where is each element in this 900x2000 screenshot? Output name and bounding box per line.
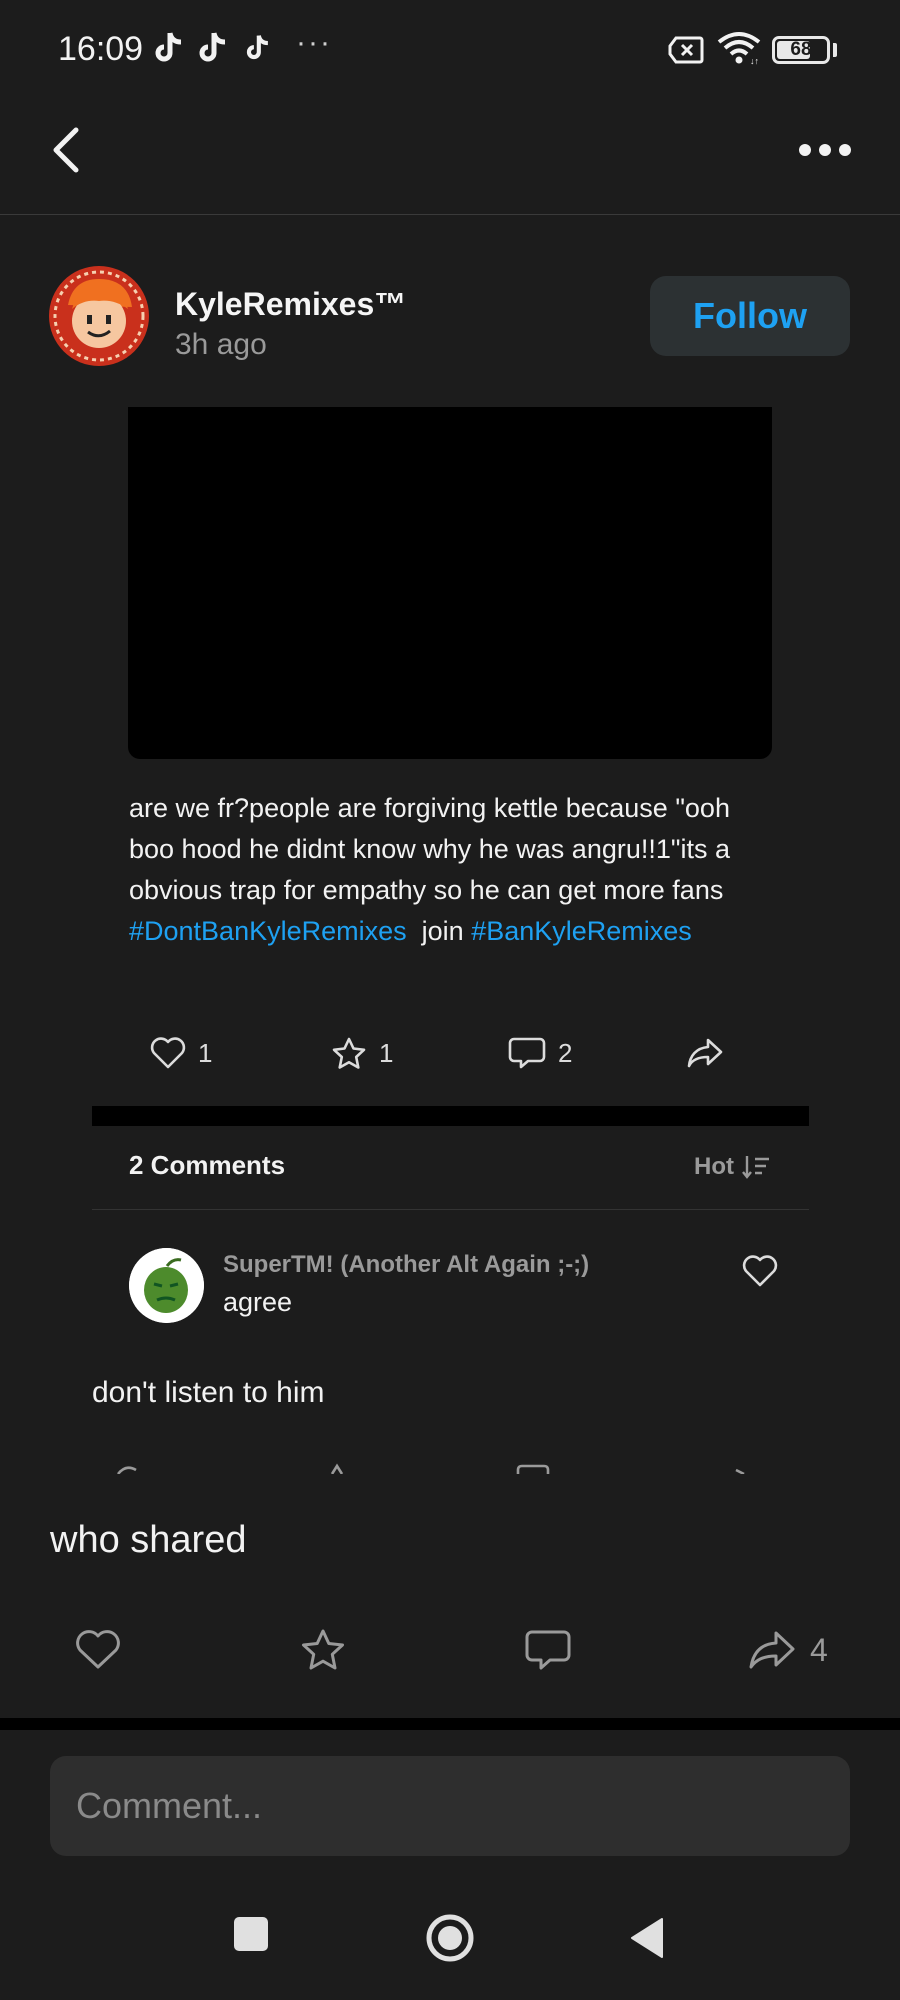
comment-text: agree: [223, 1287, 293, 1317]
avatar-image: [49, 266, 149, 366]
share-arrow-icon: [687, 1038, 723, 1068]
chevron-left-icon: [53, 127, 79, 173]
like-button[interactable]: 1: [150, 1031, 212, 1075]
favorite-button[interactable]: [300, 1626, 346, 1674]
bottom-divider: [0, 1718, 900, 1730]
tiktok-icon: [199, 32, 226, 62]
follow-button[interactable]: Follow: [650, 276, 850, 356]
comment-bubble-icon: [525, 1630, 571, 1670]
comment-button[interactable]: 2: [508, 1031, 572, 1075]
recent-apps-button[interactable]: [234, 1917, 268, 1951]
post-body: are we fr?people are forgiving kettle be…: [129, 788, 779, 952]
post-text: are we fr?people are forgiving kettle be…: [129, 793, 730, 905]
author-avatar[interactable]: [48, 265, 150, 367]
reply-text: don't listen to him: [92, 1376, 325, 1409]
heart-icon: [742, 1255, 778, 1287]
comment-like-button[interactable]: [742, 1254, 778, 1288]
sort-icon: [742, 1156, 769, 1179]
post-timestamp: 3h ago: [175, 328, 267, 361]
hashtag-link[interactable]: #DontBanKyleRemixes: [129, 916, 407, 946]
status-more-dots: ···: [296, 26, 332, 59]
hashtag-link[interactable]: #BanKyleRemixes: [471, 916, 692, 946]
comment-bubble-icon: [508, 1037, 546, 1069]
comment-count: 2: [558, 1037, 573, 1068]
comment-input[interactable]: [50, 1756, 850, 1856]
avatar-image: [129, 1248, 204, 1323]
favorite-count: 1: [379, 1037, 394, 1068]
section-divider: [92, 1106, 809, 1126]
sort-dropdown[interactable]: Hot: [694, 1153, 770, 1181]
share-caption: who shared: [50, 1519, 247, 1561]
comments-divider: [92, 1209, 809, 1210]
battery-icon: 68: [772, 36, 830, 64]
sort-label: Hot: [694, 1153, 734, 1180]
back-nav-button[interactable]: [628, 1916, 666, 1960]
top-app-bar: [0, 100, 900, 215]
sim-x-icon: [668, 36, 704, 64]
heart-icon: [76, 1630, 120, 1669]
share-button[interactable]: [686, 1031, 724, 1075]
home-button[interactable]: [425, 1913, 475, 1963]
back-button[interactable]: [44, 120, 94, 180]
svg-text:↓↑: ↓↑: [750, 56, 759, 66]
more-horizontal-icon: [799, 144, 851, 156]
star-icon: [302, 1629, 344, 1670]
like-button[interactable]: [75, 1626, 121, 1674]
clipped-action-row: [92, 1460, 809, 1474]
post-media[interactable]: [128, 407, 772, 759]
commenter-name[interactable]: SuperTM! (Another Alt Again ;-;): [223, 1251, 589, 1279]
clipped-action-icons: [116, 1463, 745, 1474]
status-bar: 16:09 ··· ↓↑ 68: [0, 0, 900, 100]
tiktok-icon: [155, 32, 182, 62]
star-icon: [332, 1037, 366, 1069]
heart-icon: [150, 1037, 186, 1069]
comment-button[interactable]: [524, 1626, 572, 1674]
tiktok-icon: [246, 35, 269, 60]
battery-nub: [833, 43, 837, 57]
like-count: 1: [198, 1037, 213, 1068]
share-button[interactable]: 4: [748, 1626, 828, 1674]
wifi-icon: ↓↑: [717, 32, 761, 66]
comments-count-heading: 2 Comments: [129, 1150, 286, 1180]
share-count: 4: [810, 1631, 828, 1668]
author-name[interactable]: KyleRemixes™: [175, 286, 406, 323]
favorite-button[interactable]: 1: [331, 1031, 393, 1075]
commenter-avatar[interactable]: [129, 1248, 204, 1323]
system-nav-bar: [0, 1880, 900, 2000]
join-text: join: [421, 916, 464, 946]
battery-label: 68: [790, 39, 812, 60]
share-arrow-icon: [749, 1631, 795, 1669]
more-options-button[interactable]: [790, 130, 860, 170]
status-time: 16:09: [58, 30, 144, 68]
